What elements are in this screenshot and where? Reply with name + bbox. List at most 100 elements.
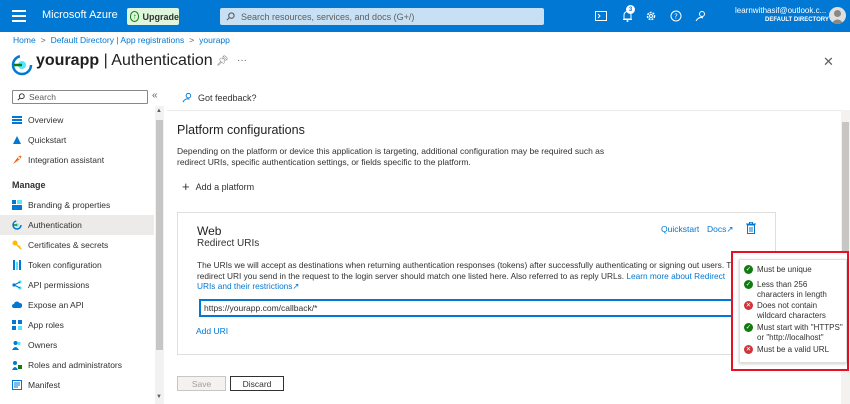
- redirect-uris-description: The URIs we will accept as destinations …: [197, 260, 742, 292]
- validation-rule-text: Must be unique: [757, 265, 812, 274]
- web-platform-title: Web: [197, 224, 222, 238]
- upgrade-icon: ↑: [130, 11, 140, 22]
- breadcrumb-separator: >: [40, 35, 46, 45]
- svg-text:?: ?: [674, 13, 678, 21]
- sidebar-search-input[interactable]: Search: [12, 90, 148, 104]
- scroll-up-icon[interactable]: ▲: [156, 108, 162, 114]
- close-icon[interactable]: ✕: [823, 54, 834, 70]
- quickstart-icon: [12, 135, 22, 145]
- docs-label: Docs: [707, 224, 727, 234]
- error-icon: ✕: [744, 345, 753, 354]
- plus-icon: +: [182, 179, 190, 194]
- save-button[interactable]: Save: [177, 376, 226, 391]
- sidebar-item-owners[interactable]: Owners: [0, 335, 154, 355]
- feedback-icon[interactable]: [694, 9, 708, 23]
- sidebar-item-token-configuration[interactable]: Token configuration: [0, 255, 154, 275]
- sidebar-item-label: App roles: [28, 320, 64, 330]
- docs-link[interactable]: Docs↗: [707, 224, 734, 235]
- notification-count-badge: 3: [626, 5, 635, 14]
- delete-icon[interactable]: [746, 221, 756, 237]
- upgrade-button[interactable]: ↑ Upgrade: [127, 8, 179, 25]
- manifest-icon: [12, 380, 22, 390]
- breadcrumb-separator: >: [189, 35, 195, 45]
- feedback-icon: [182, 92, 192, 103]
- sidebar-item-label: Certificates & secrets: [28, 240, 109, 250]
- account-email[interactable]: learnwithasif@outlook.c...: [735, 6, 830, 15]
- validation-rule-text: Does not contain wildcard characters: [757, 301, 826, 320]
- sidebar-item-quickstart[interactable]: Quickstart: [0, 130, 154, 150]
- breadcrumb-home[interactable]: Home: [13, 35, 36, 45]
- sidebar-item-label: Owners: [28, 340, 58, 350]
- page-title-section: | Authentication: [99, 52, 213, 69]
- help-icon[interactable]: ?: [669, 9, 683, 23]
- sidebar-item-certificates[interactable]: Certificates & secrets: [0, 235, 154, 255]
- search-icon: [226, 12, 235, 21]
- app-roles-icon: [12, 320, 22, 330]
- portal-menu-icon[interactable]: [12, 10, 26, 22]
- sidebar-item-authentication[interactable]: Authentication: [0, 215, 154, 235]
- branding-icon: [12, 200, 22, 210]
- global-search-input[interactable]: Search resources, services, and docs (G+…: [220, 8, 544, 25]
- cloud-shell-icon[interactable]: [594, 9, 608, 23]
- sidebar-item-label: Token configuration: [28, 260, 102, 270]
- sidebar-item-manifest[interactable]: Manifest: [0, 375, 154, 395]
- collapse-sidebar-icon[interactable]: «: [152, 90, 158, 101]
- overview-icon: [12, 115, 22, 125]
- sidebar-item-label: Roles and administrators: [28, 360, 123, 370]
- sidebar-item-label: API permissions: [28, 280, 90, 290]
- authentication-icon: [12, 220, 22, 230]
- pin-icon[interactable]: 📌︎: [216, 56, 229, 67]
- owners-icon: [12, 340, 22, 350]
- discard-button[interactable]: Discard: [230, 376, 284, 391]
- sidebar-item-label: Overview: [28, 115, 64, 125]
- check-icon: ✓: [744, 323, 753, 332]
- sidebar-item-integration-assistant[interactable]: Integration assistant: [0, 150, 154, 170]
- sidebar-item-branding[interactable]: Branding & properties: [0, 195, 154, 215]
- scroll-down-icon[interactable]: ▼: [156, 394, 162, 400]
- validation-rule-text: Must start with "HTTPS" or "http://local…: [757, 323, 843, 342]
- rocket-icon: [12, 155, 22, 165]
- breadcrumb-app-registrations[interactable]: Default Directory | App registrations: [51, 35, 185, 45]
- external-link-icon: ↗: [292, 281, 300, 291]
- breadcrumb-app[interactable]: yourapp: [199, 35, 230, 45]
- sidebar-item-label: Expose an API: [28, 300, 84, 310]
- page-title: yourapp | Authentication: [36, 52, 213, 70]
- more-options-icon[interactable]: ···: [237, 55, 247, 66]
- sidebar-scrollbar-thumb[interactable]: [156, 120, 163, 350]
- got-feedback-label: Got feedback?: [198, 92, 257, 103]
- error-icon: ✕: [744, 301, 753, 310]
- validation-rule: ✓ Must start with "HTTPS" or "http://loca…: [744, 323, 846, 342]
- page-title-app: yourapp: [36, 52, 100, 69]
- toolbar-divider: [167, 110, 842, 111]
- brand-name[interactable]: Microsoft Azure: [42, 9, 118, 21]
- validation-rule-text: Less than 256 characters in length: [757, 280, 827, 299]
- redirect-uris-heading: Redirect URIs: [197, 238, 260, 249]
- sidebar-item-app-roles[interactable]: App roles: [0, 315, 154, 335]
- sidebar-item-expose-an-api[interactable]: Expose an API: [0, 295, 154, 315]
- sidebar-search-placeholder: Search: [29, 92, 56, 102]
- roles-icon: [12, 360, 22, 370]
- section-title: Platform configurations: [177, 123, 305, 137]
- key-icon: [12, 240, 22, 250]
- sidebar-item-roles-and-administrators[interactable]: Roles and administrators: [0, 355, 154, 375]
- breadcrumb: Home > Default Directory | App registratio…: [13, 35, 230, 45]
- external-link-icon: ↗: [726, 224, 734, 234]
- search-icon: [17, 93, 25, 101]
- add-platform-button[interactable]: + Add a platform: [182, 179, 254, 194]
- add-uri-link[interactable]: Add URI: [196, 326, 228, 336]
- redirect-uri-input[interactable]: [199, 299, 736, 317]
- avatar[interactable]: [829, 7, 846, 24]
- sidebar-item-overview[interactable]: Overview: [0, 110, 154, 130]
- sidebar-section-manage: Manage: [12, 180, 46, 190]
- settings-gear-icon[interactable]: [644, 9, 658, 23]
- app-registration-icon: [11, 54, 33, 76]
- validation-rule: ✓ Must be unique: [744, 265, 846, 275]
- sidebar-item-label: Authentication: [28, 220, 82, 230]
- quickstart-link[interactable]: Quickstart: [661, 224, 699, 234]
- check-icon: ✓: [744, 265, 753, 274]
- sidebar-item-api-permissions[interactable]: API permissions: [0, 275, 154, 295]
- got-feedback-button[interactable]: Got feedback?: [182, 92, 257, 103]
- token-icon: [12, 260, 22, 270]
- sidebar-scrollbar[interactable]: ▲ ▼: [155, 106, 164, 404]
- check-icon: ✓: [744, 280, 753, 289]
